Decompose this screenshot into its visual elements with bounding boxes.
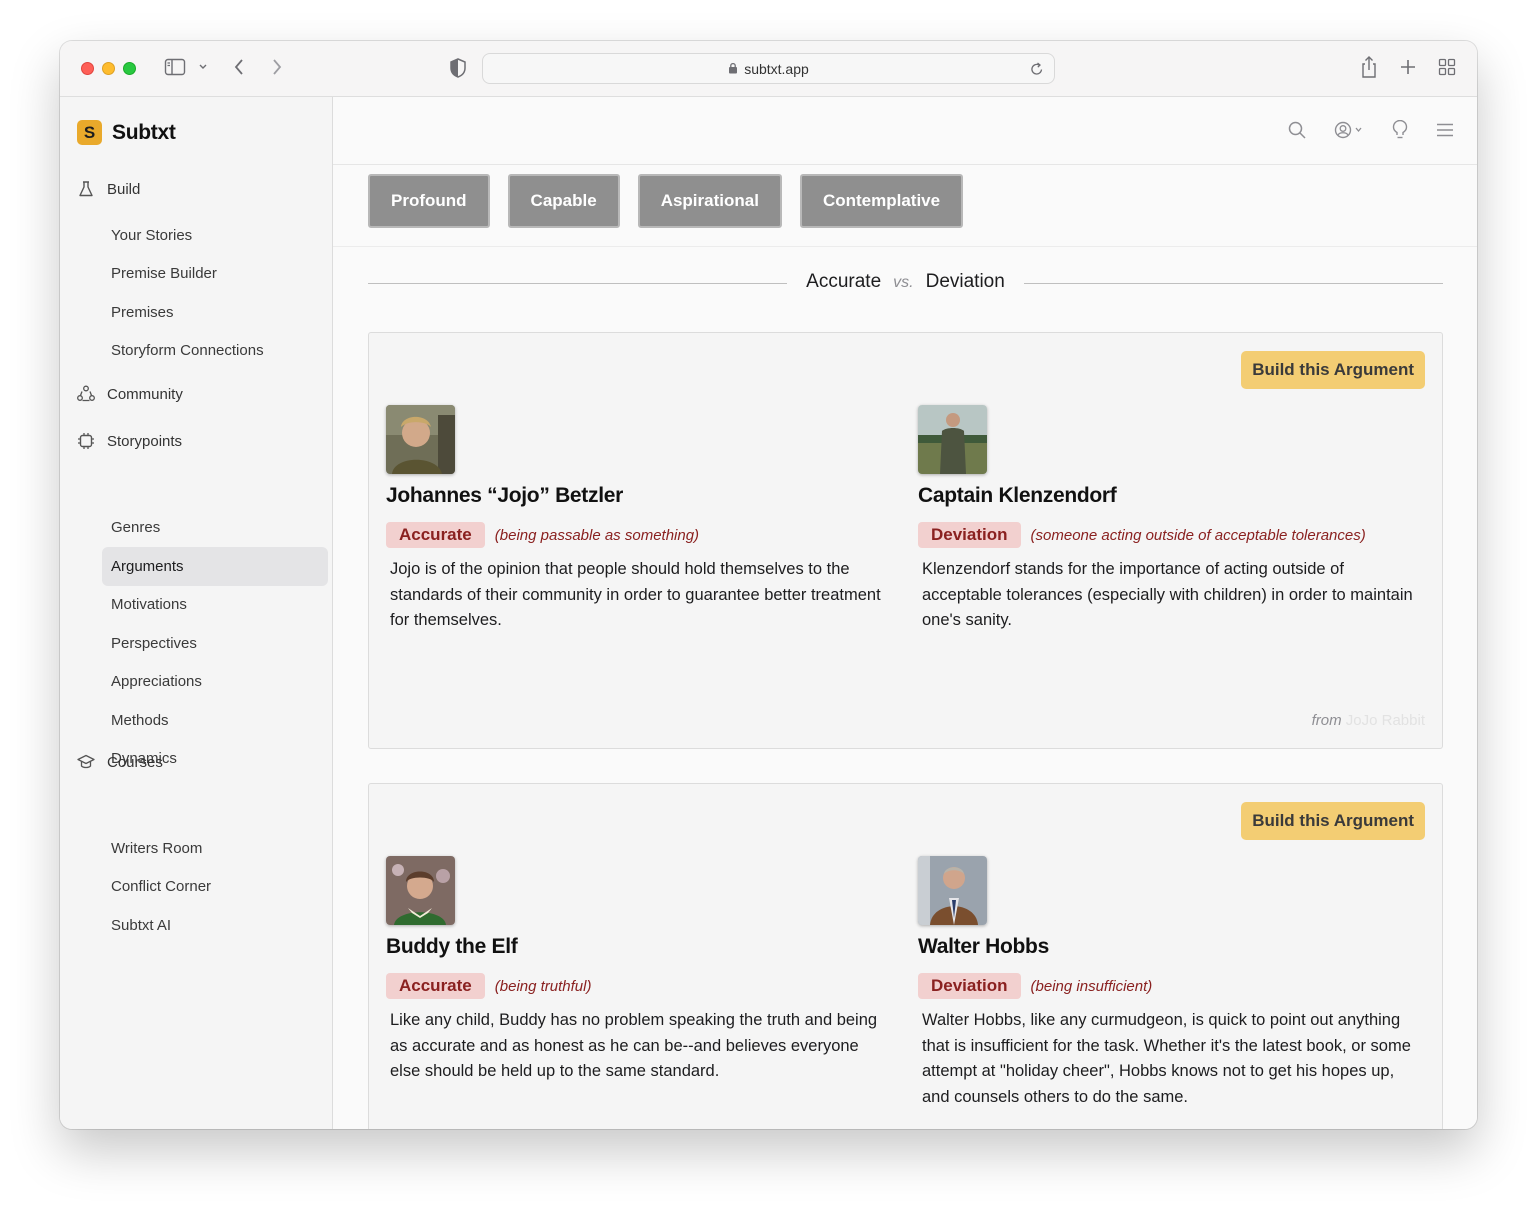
sidebar-item-writers-room[interactable]: Writers Room <box>102 829 328 868</box>
top-bar <box>333 97 1477 165</box>
character-description: Walter Hobbs, like any curmudgeon, is qu… <box>922 1011 1411 1107</box>
comparison-left: Accurate <box>806 271 882 292</box>
character-left: Johannes “Jojo” Betzler Accurate (being … <box>386 405 886 634</box>
sidebar-item-conflict-corner[interactable]: Conflict Corner <box>102 867 328 906</box>
character-right: Captain Klenzendorf Deviation (someone a… <box>918 405 1418 634</box>
zoom-window-button[interactable] <box>123 62 136 75</box>
browser-toolbar: subtxt.app <box>60 41 1477 97</box>
from-label: from <box>1311 712 1342 729</box>
sidebar-toggle-icon[interactable] <box>164 57 186 77</box>
graduation-cap-icon <box>76 752 96 772</box>
sidebar-item-storyform-connections[interactable]: Storyform Connections <box>102 331 328 370</box>
sidebar-item-subtxt-ai[interactable]: Subtxt AI <box>102 906 328 945</box>
sidebar-section-storypoints[interactable]: Storypoints <box>76 431 182 451</box>
sidebar-section-label: Courses <box>107 753 163 771</box>
character-name: Walter Hobbs <box>918 935 1049 958</box>
element-note: (someone acting outside of acceptable to… <box>1030 526 1366 544</box>
film-link[interactable]: JoJo Rabbit <box>1346 712 1425 729</box>
sidebar-item-premise-builder[interactable]: Premise Builder <box>102 254 328 293</box>
chip-profound[interactable]: Profound <box>368 174 490 228</box>
comparison-vs: vs. <box>893 274 914 291</box>
build-argument-button[interactable]: Build this Argument <box>1241 351 1425 389</box>
lock-icon <box>728 61 738 77</box>
app-logo[interactable]: S Subtxt <box>77 120 176 145</box>
sidebar-item-methods[interactable]: Methods <box>102 701 328 740</box>
sidebar-item-arguments[interactable]: Arguments <box>102 547 328 586</box>
back-icon[interactable] <box>232 57 246 77</box>
sidebar-section-build[interactable]: Build <box>76 179 140 199</box>
url-text: subtxt.app <box>744 60 809 77</box>
sidebar-section-courses[interactable]: Courses <box>76 752 163 772</box>
app-name: Subtxt <box>112 120 176 144</box>
logo-mark: S <box>77 120 102 145</box>
character-right: Walter Hobbs Deviation (being insufficie… <box>918 856 1418 1111</box>
chip-aspirational[interactable]: Aspirational <box>637 174 782 228</box>
sidebar-item-perspectives[interactable]: Perspectives <box>102 624 328 663</box>
sidebar-section-label: Build <box>107 180 141 198</box>
argument-card: Build this Argument Buddy the Elf Accura… <box>368 783 1443 1129</box>
sidebar-section-label: Community <box>107 385 183 403</box>
sidebar-item-premises[interactable]: Premises <box>102 293 328 332</box>
avatar <box>918 405 987 474</box>
sidebar-section-community[interactable]: Community <box>76 384 183 404</box>
share-icon[interactable] <box>1359 55 1379 79</box>
character-name: Johannes “Jojo” Betzler <box>386 484 623 507</box>
element-tag[interactable]: Accurate <box>386 973 485 999</box>
reload-icon[interactable] <box>1030 61 1044 80</box>
build-argument-button[interactable]: Build this Argument <box>1241 802 1425 840</box>
element-tag[interactable]: Deviation <box>918 973 1021 999</box>
sidebar-item-appreciations[interactable]: Appreciations <box>102 662 328 701</box>
minimize-window-button[interactable] <box>102 62 115 75</box>
search-icon[interactable] <box>1287 120 1307 145</box>
hamburger-menu-icon[interactable] <box>1435 120 1455 145</box>
filter-chips: Profound Capable Aspirational Contemplat… <box>368 174 964 228</box>
close-window-button[interactable] <box>81 62 94 75</box>
flask-icon <box>76 179 96 199</box>
source-film: from JoJo Rabbit <box>1312 712 1425 729</box>
argument-card: Build this Argument Johannes “Jojo” Betz… <box>368 332 1443 749</box>
storypoints-icon <box>76 431 96 451</box>
comparison-right: Deviation <box>925 271 1005 292</box>
chip-capable[interactable]: Capable <box>507 174 620 228</box>
avatar <box>386 405 455 474</box>
sidebar-item-motivations[interactable]: Motivations <box>102 585 328 624</box>
character-name: Buddy the Elf <box>386 935 518 958</box>
main-content: Profound Capable Aspirational Contemplat… <box>333 97 1477 1129</box>
sidebar: S Subtxt Build Your Stories Premise Buil… <box>60 97 333 1129</box>
new-tab-icon[interactable] <box>1398 57 1418 77</box>
character-left: Buddy the Elf Accurate (being truthful) … <box>386 856 886 1085</box>
sidebar-item-your-stories[interactable]: Your Stories <box>102 216 328 255</box>
avatar <box>918 856 987 925</box>
comparison-heading: Accurate vs. Deviation <box>368 271 1443 297</box>
character-description: Like any child, Buddy has no problem spe… <box>390 1011 878 1081</box>
element-tag[interactable]: Accurate <box>386 522 485 548</box>
sidebar-item-genres[interactable]: Genres <box>102 508 328 547</box>
element-note: (being passable as something) <box>494 526 700 544</box>
chevron-down-icon[interactable] <box>198 57 208 77</box>
section-divider <box>333 246 1477 247</box>
character-description: Klenzendorf stands for the importance of… <box>922 560 1413 630</box>
element-tag[interactable]: Deviation <box>918 522 1021 548</box>
tab-overview-icon[interactable] <box>1437 57 1457 77</box>
character-description: Jojo is of the opinion that people shoul… <box>390 560 881 630</box>
character-name: Captain Klenzendorf <box>918 484 1117 507</box>
browser-window: subtxt.app S Subtxt Build Your Stories P… <box>60 41 1477 1129</box>
element-note: (being truthful) <box>494 977 592 995</box>
avatar <box>386 856 455 925</box>
privacy-shield-icon[interactable] <box>449 57 467 79</box>
address-bar[interactable]: subtxt.app <box>482 53 1055 84</box>
chip-contemplative[interactable]: Contemplative <box>799 174 964 228</box>
lightbulb-icon[interactable] <box>1391 119 1409 145</box>
element-note: (being insufficient) <box>1030 977 1153 995</box>
forward-icon[interactable] <box>270 57 284 77</box>
account-menu-icon[interactable] <box>1333 120 1365 145</box>
sidebar-section-label: Storypoints <box>107 432 183 450</box>
community-icon <box>76 384 96 404</box>
